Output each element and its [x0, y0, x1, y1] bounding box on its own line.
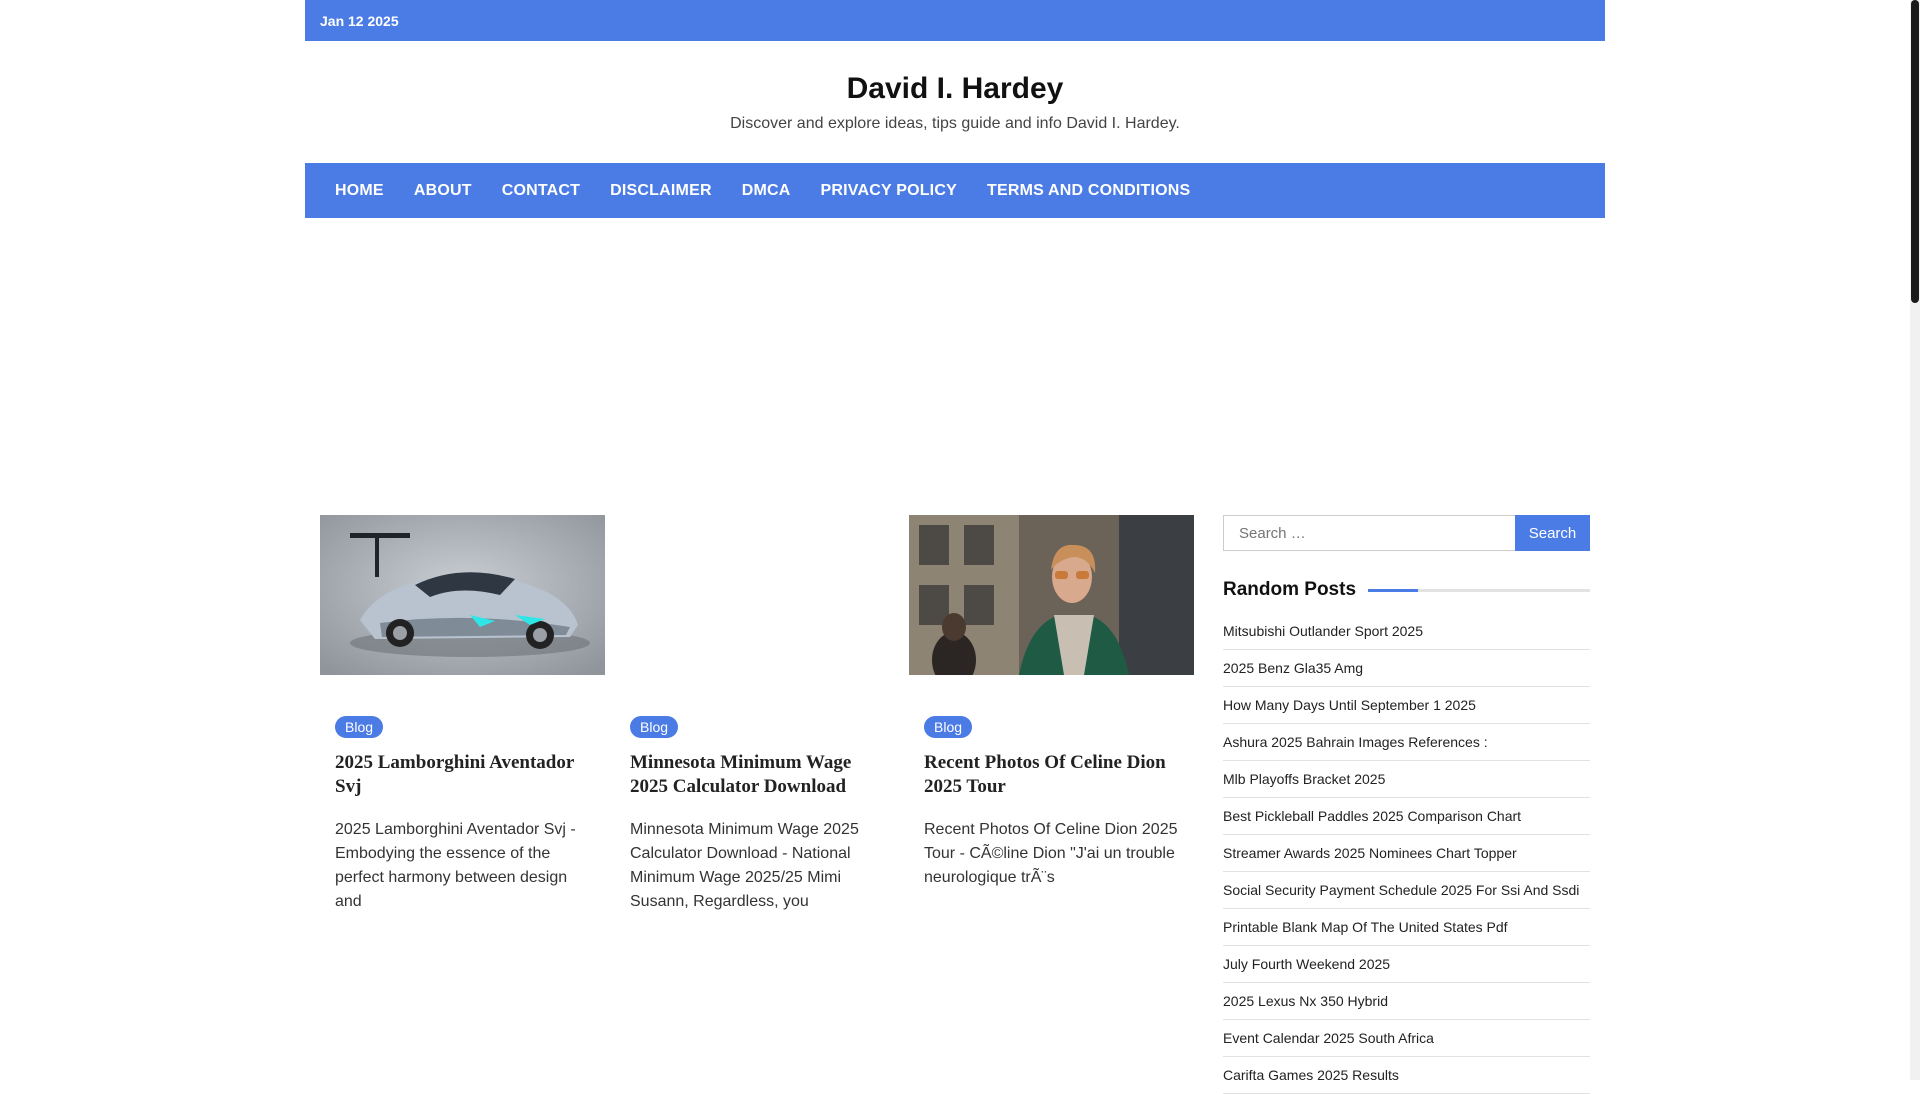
post-card: Blog Minnesota Minimum Wage 2025 Calcula… [615, 515, 900, 914]
category-badge[interactable]: Blog [630, 716, 679, 738]
random-post-link[interactable]: Mitsubishi Outlander Sport 2025 [1223, 613, 1590, 650]
sidebar: Search Random Posts Mitsubishi Outlander… [1223, 515, 1590, 1094]
random-post-link[interactable]: Streamer Awards 2025 Nominees Chart Topp… [1223, 835, 1590, 872]
random-posts-title: Random Posts [1223, 579, 1357, 600]
post-thumbnail-person[interactable] [909, 515, 1194, 675]
post-title[interactable]: Recent Photos Of Celine Dion 2025 Tour [924, 751, 1179, 800]
search-input[interactable] [1223, 515, 1515, 551]
top-bar: Jan 12 2025 [305, 0, 1605, 41]
nav-item-privacy-policy[interactable]: Privacy Policy [806, 182, 972, 200]
top-bar-date: Jan 12 2025 [320, 12, 399, 29]
post-excerpt: 2025 Lamborghini Aventador Svj - Embodyi… [335, 820, 576, 910]
site-header: David I. Hardey Discover and explore ide… [305, 71, 1605, 133]
nav-item-disclaimer[interactable]: Disclaimer [595, 182, 727, 200]
random-post-link[interactable]: Ashura 2025 Bahrain Images References : [1223, 724, 1590, 761]
main-nav: Home About Contact Disclaimer DMCA Priva… [305, 163, 1605, 218]
post-card: Blog Recent Photos Of Celine Dion 2025 T… [909, 515, 1194, 890]
random-post-link[interactable]: Carifta Games 2025 Results [1223, 1057, 1590, 1094]
nav-item-terms[interactable]: Terms and Conditions [972, 182, 1205, 200]
random-post-link[interactable]: Social Security Payment Schedule 2025 Fo… [1223, 872, 1590, 909]
random-post-link[interactable]: 2025 Benz Gla35 Amg [1223, 650, 1590, 687]
title-divider [1368, 588, 1590, 592]
post-title[interactable]: 2025 Lamborghini Aventador Svj [335, 751, 590, 800]
random-post-link[interactable]: July Fourth Weekend 2025 [1223, 946, 1590, 983]
random-post-link[interactable]: Printable Blank Map Of The United States… [1223, 909, 1590, 946]
scrollbar[interactable] [1910, 0, 1920, 1080]
category-badge[interactable]: Blog [335, 716, 384, 738]
random-post-link[interactable]: Mlb Playoffs Bracket 2025 [1223, 761, 1590, 798]
person-image [909, 515, 1194, 675]
nav-item-dmca[interactable]: DMCA [727, 182, 806, 200]
nav-item-contact[interactable]: Contact [487, 182, 595, 200]
site-tagline: Discover and explore ideas, tips guide a… [730, 115, 1180, 132]
post-title[interactable]: Minnesota Minimum Wage 2025 Calculator D… [630, 751, 885, 800]
random-posts-header: Random Posts [1223, 579, 1590, 601]
site-title[interactable]: David I. Hardey [305, 71, 1605, 107]
scrollbar-thumb[interactable] [1911, 0, 1919, 303]
car-image [320, 515, 605, 675]
random-post-link[interactable]: Event Calendar 2025 South Africa [1223, 1020, 1590, 1057]
nav-item-about[interactable]: About [399, 182, 487, 200]
page-container: Jan 12 2025 David I. Hardey Discover and… [305, 0, 1605, 1094]
post-thumbnail-empty[interactable] [615, 515, 900, 675]
category-badge[interactable]: Blog [924, 716, 973, 738]
nav-item-home[interactable]: Home [320, 182, 399, 200]
post-thumbnail-car[interactable] [320, 515, 605, 675]
random-posts-list: Mitsubishi Outlander Sport 2025 2025 Ben… [1223, 613, 1590, 1094]
post-card: Blog 2025 Lamborghini Aventador Svj 2025… [320, 515, 605, 914]
search-button[interactable]: Search [1515, 515, 1590, 551]
search-form: Search [1223, 515, 1590, 551]
random-post-link[interactable]: 2025 Lexus Nx 350 Hybrid [1223, 983, 1590, 1020]
post-excerpt: Minnesota Minimum Wage 2025 Calculator D… [630, 820, 859, 910]
post-excerpt: Recent Photos Of Celine Dion 2025 Tour -… [924, 820, 1178, 886]
random-post-link[interactable]: How Many Days Until September 1 2025 [1223, 687, 1590, 724]
random-post-link[interactable]: Best Pickleball Paddles 2025 Comparison … [1223, 798, 1590, 835]
